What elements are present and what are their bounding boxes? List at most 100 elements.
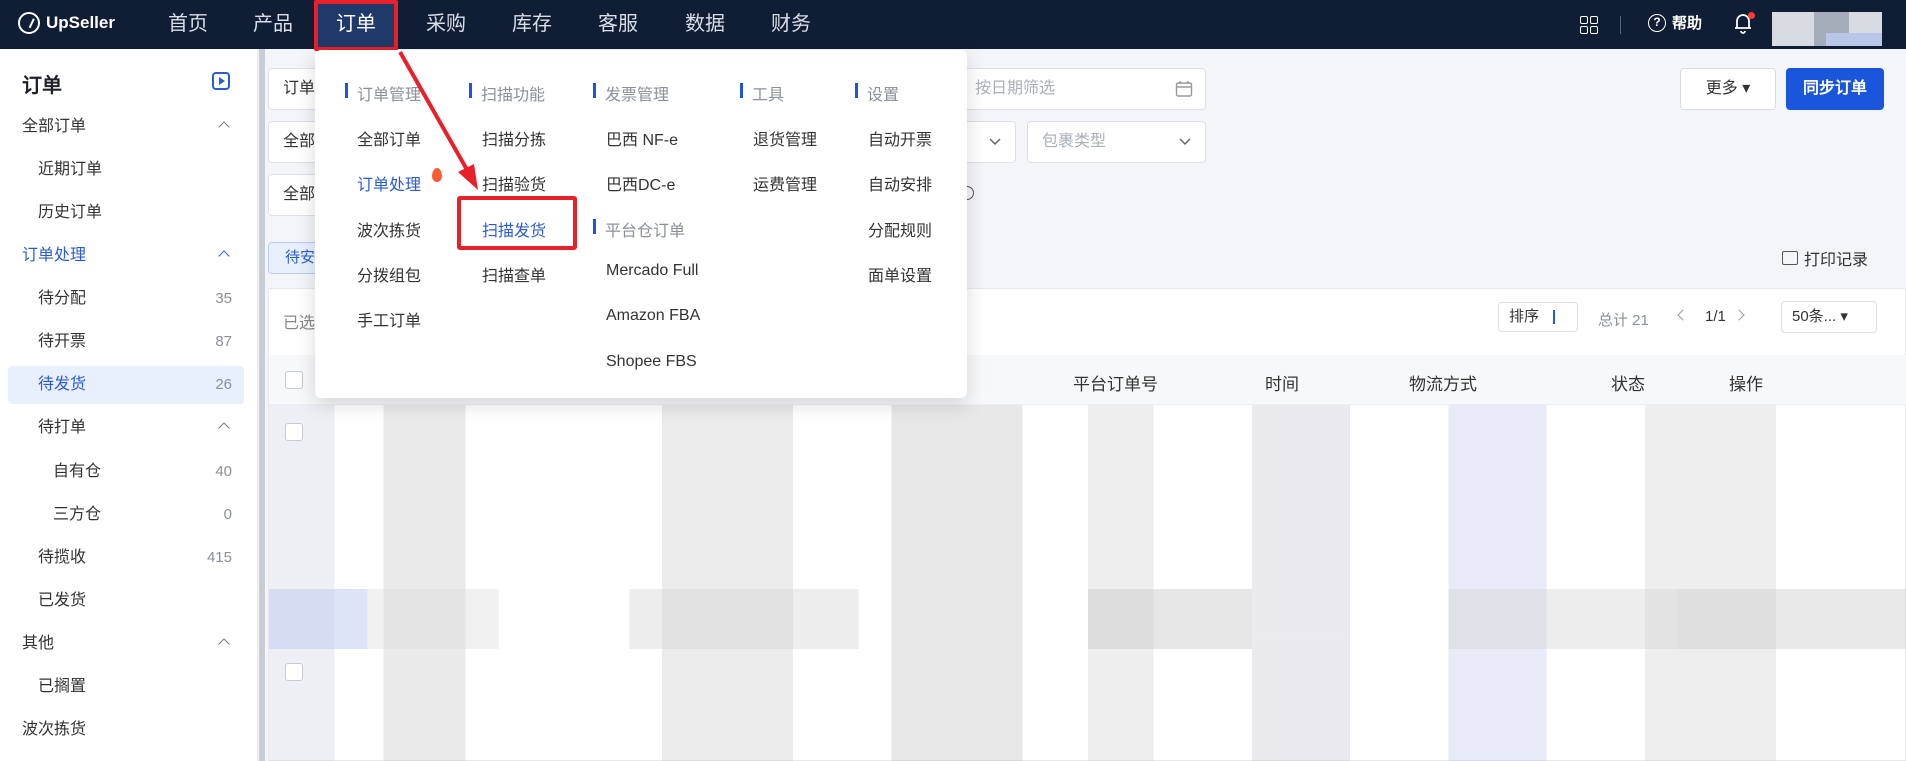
filter-select-collapsed[interactable] (960, 121, 1016, 163)
menu-item-scan-lookup[interactable]: 扫描查单 (482, 262, 546, 286)
column-status[interactable]: 状态 (1611, 370, 1645, 395)
sort-icon (1553, 310, 1567, 324)
select-all-checkbox[interactable] (285, 371, 303, 389)
column-shipping-method[interactable]: 物流方式 (1409, 370, 1477, 395)
nav-orders-annotation-box (314, 0, 398, 51)
menu-item-auto-invoice[interactable]: 自动开票 (868, 126, 932, 150)
print-record-label: 打印记录 (1804, 252, 1869, 269)
package-type-select[interactable]: 包裹类型 (1027, 121, 1206, 163)
chevron-down-icon (1179, 138, 1191, 146)
sidebar-item-on-hold[interactable]: 已搁置 (8, 668, 244, 706)
chevron-up-icon (218, 121, 230, 133)
chevron-up-icon (218, 250, 230, 262)
column-platform-order-no[interactable]: 平台订单号 (1073, 370, 1158, 395)
sidebar-item-history-orders[interactable]: 历史订单 (8, 194, 244, 232)
menu-item-auto-arrange[interactable]: 自动安排 (868, 171, 932, 195)
fire-icon (432, 168, 442, 182)
avatar-name (1826, 33, 1882, 46)
chevron-up-icon (218, 422, 230, 434)
more-button[interactable]: 更多 ▾ (1680, 68, 1776, 110)
logo-text: UpSeller (46, 13, 115, 32)
collapse-sidebar-icon[interactable] (212, 72, 230, 90)
nav-products[interactable]: 产品 (245, 0, 301, 49)
print-record-button[interactable]: 打印记录 (1782, 246, 1868, 270)
page-indicator: 1/1 (1705, 308, 1726, 325)
row-checkbox[interactable] (285, 423, 303, 441)
menu-item-mercado-full[interactable]: Mercado Full (606, 262, 698, 280)
app-logo[interactable]: UpSeller (18, 12, 115, 34)
sidebar-item-own-warehouse[interactable]: 自有仓 40 (8, 453, 244, 491)
menu-item-manual-order[interactable]: 手工订单 (357, 307, 421, 331)
scan-ship-annotation-box (457, 196, 577, 250)
menu-header-order-management: 订单管理 (345, 81, 421, 105)
help-button[interactable]: ? 帮助 (1648, 12, 1702, 33)
tab-pending[interactable]: 待安 (268, 242, 322, 274)
menu-item-shopee-fbs[interactable]: Shopee FBS (606, 353, 697, 371)
top-nav: UpSeller 首页 产品 订单 采购 库存 客服 数据 财务 ? 帮助 (0, 0, 1906, 49)
sidebar-item-to-pickup[interactable]: 待揽收 415 (8, 539, 244, 577)
column-actions[interactable]: 操作 (1729, 370, 1763, 395)
sort-button[interactable]: 排序 (1498, 302, 1578, 332)
help-icon: ? (1648, 13, 1666, 32)
sidebar-item-to-assign[interactable]: 待分配 35 (8, 280, 244, 318)
chevron-up-icon (218, 638, 230, 650)
sidebar-item-all-orders[interactable]: 全部订单 (8, 108, 244, 146)
chevron-down-icon (989, 138, 1001, 146)
nav-home[interactable]: 首页 (160, 0, 216, 49)
date-filter-input[interactable]: 按日期筛选 (960, 68, 1206, 110)
sidebar-title: 订单 (22, 75, 62, 97)
sidebar-item-shipped[interactable]: 已发货 (8, 582, 244, 620)
next-page-icon[interactable] (1733, 309, 1745, 321)
menu-item-brazil-dce[interactable]: 巴西DC-e (606, 171, 675, 195)
printer-icon (1782, 251, 1798, 265)
menu-item-label-settings[interactable]: 面单设置 (868, 262, 932, 286)
menu-item-amazon-fba[interactable]: Amazon FBA (606, 307, 700, 325)
apps-icon[interactable] (1580, 16, 1598, 34)
menu-header-tools: 工具 (740, 81, 784, 105)
calendar-icon (1175, 81, 1193, 97)
nav-customer-service[interactable]: 客服 (590, 0, 646, 49)
help-label: 帮助 (1672, 15, 1703, 32)
sidebar-item-to-invoice[interactable]: 待开票 87 (8, 323, 244, 361)
nav-inventory[interactable]: 库存 (504, 0, 560, 49)
sidebar: 订单 全部订单 近期订单 历史订单 订单处理 待分配 35 待开票 87 待发货 26… (0, 49, 258, 761)
sidebar-scrollbar[interactable] (259, 49, 265, 761)
nav-purchase[interactable]: 采购 (418, 0, 474, 49)
sidebar-item-third-party-warehouse[interactable]: 三方仓 0 (8, 496, 244, 534)
orders-dropdown-menu: 订单管理 全部订单 订单处理 波次拣货 分拨组包 手工订单 扫描功能 扫描分拣 … (315, 50, 967, 398)
blurred-rows (269, 405, 1906, 761)
blurred-row (269, 589, 1906, 649)
menu-item-all-orders[interactable]: 全部订单 (357, 126, 421, 150)
menu-item-scan-inspect[interactable]: 扫描验货 (482, 171, 546, 195)
menu-header-platform-warehouse-orders: 平台仓订单 (593, 217, 685, 241)
row-checkbox[interactable] (285, 663, 303, 681)
prev-page-icon[interactable] (1677, 309, 1689, 321)
total-count: 总计 21 (1598, 312, 1649, 329)
column-time[interactable]: 时间 (1265, 370, 1299, 395)
menu-item-assignment-rules[interactable]: 分配规则 (868, 217, 932, 241)
menu-item-returns-management[interactable]: 退货管理 (753, 126, 817, 150)
nav-data[interactable]: 数据 (677, 0, 733, 49)
sidebar-item-to-ship[interactable]: 待发货 26 (8, 366, 244, 404)
menu-item-distribution-packing[interactable]: 分拨组包 (357, 262, 421, 286)
menu-item-order-processing[interactable]: 订单处理 (357, 171, 421, 195)
logo-icon (18, 12, 40, 34)
package-type-placeholder: 包裹类型 (1042, 133, 1107, 150)
menu-header-scan-functions: 扫描功能 (469, 81, 545, 105)
menu-item-brazil-nfe[interactable]: 巴西 NF-e (606, 126, 678, 150)
sidebar-item-order-processing[interactable]: 订单处理 (8, 237, 244, 275)
sidebar-item-to-print[interactable]: 待打单 (8, 409, 244, 447)
sidebar-item-other[interactable]: 其他 (8, 625, 244, 663)
selected-count-text: 已选 (283, 315, 316, 332)
menu-item-scan-sort[interactable]: 扫描分拣 (482, 126, 546, 150)
sidebar-item-recent-orders[interactable]: 近期订单 (8, 151, 244, 189)
nav-finance[interactable]: 财务 (763, 0, 819, 49)
sidebar-item-wave-picking[interactable]: 波次拣货 (8, 711, 244, 749)
menu-header-settings: 设置 (855, 81, 899, 105)
nav-divider (1620, 16, 1621, 34)
per-page-select[interactable]: 50条... ▾ (1781, 301, 1877, 333)
menu-item-wave-picking[interactable]: 波次拣货 (357, 217, 421, 241)
sync-orders-button[interactable]: 同步订单 (1786, 68, 1884, 110)
menu-item-shipping-fee-management[interactable]: 运费管理 (753, 171, 817, 195)
menu-header-invoice-management: 发票管理 (593, 81, 669, 105)
